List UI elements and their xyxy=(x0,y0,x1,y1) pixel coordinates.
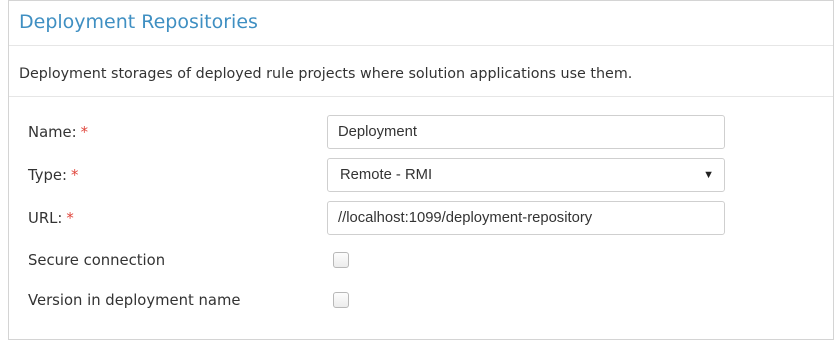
panel-description: Deployment storages of deployed rule pro… xyxy=(19,66,633,82)
type-select[interactable]: Remote - RMI ▼ xyxy=(327,158,725,192)
url-input[interactable] xyxy=(327,201,725,235)
version-in-name-row: Version in deployment name xyxy=(9,288,833,312)
url-label: URL: * xyxy=(28,209,74,227)
secure-connection-checkbox[interactable] xyxy=(333,252,349,268)
caret-down-icon: ▼ xyxy=(703,169,714,181)
name-label: Name: * xyxy=(28,123,89,141)
panel-header: Deployment Repositories xyxy=(9,1,833,46)
name-input[interactable] xyxy=(327,115,725,149)
required-mark: * xyxy=(66,209,74,227)
required-mark: * xyxy=(70,166,79,184)
type-row: Type: * Remote - RMI ▼ xyxy=(9,158,833,192)
description-divider xyxy=(9,96,833,97)
name-row: Name: * xyxy=(9,115,833,149)
url-row: URL: * xyxy=(9,201,833,235)
version-in-name-checkbox[interactable] xyxy=(333,292,349,308)
secure-connection-row: Secure connection xyxy=(9,248,833,272)
required-mark: * xyxy=(80,123,89,141)
version-in-name-label: Version in deployment name xyxy=(28,291,241,309)
type-label: Type: * xyxy=(28,166,79,184)
type-selected-value: Remote - RMI xyxy=(340,167,433,183)
deployment-repositories-panel: Deployment Repositories Deployment stora… xyxy=(8,0,834,340)
panel-title: Deployment Repositories xyxy=(19,11,258,33)
secure-connection-label: Secure connection xyxy=(28,251,166,269)
